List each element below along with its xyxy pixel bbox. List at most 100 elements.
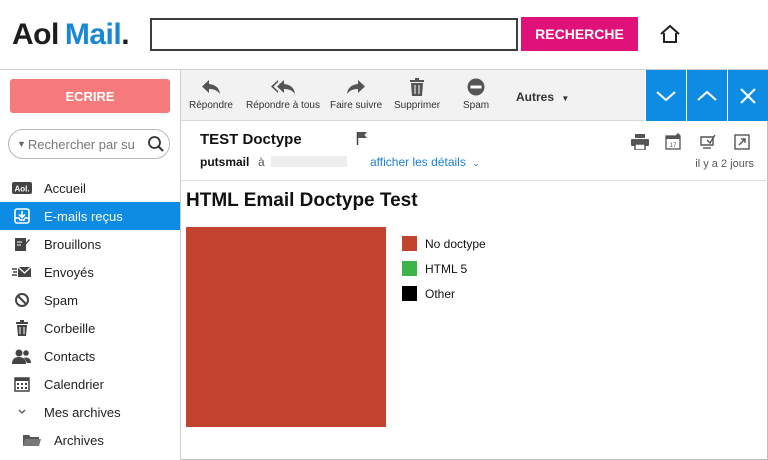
folder-icon [22,432,42,448]
popout-icon[interactable] [732,133,752,151]
reply-all-icon [270,80,295,94]
aol-mail-logo[interactable]: Aol Mail. [12,18,130,52]
forward-icon [347,80,366,94]
sidebar-item-label: Brouillons [44,236,102,252]
sidebar-item-my-archives[interactable]: Mes archives [0,398,180,426]
sidebar-item-label: Accueil [44,180,86,196]
legend-item-no-doctype: No doctype [402,231,486,256]
home-icon[interactable] [658,22,682,46]
svg-text:17: 17 [670,143,677,149]
more-label: Autres [516,90,555,104]
delete-button[interactable]: Supprimer [394,78,440,111]
show-details-label: afficher les détails [370,155,466,169]
spam-icon [467,78,485,96]
legend-swatch [402,236,417,251]
inbox-icon [12,208,32,224]
legend-item-other: Other [402,281,486,306]
sidebar-item-accueil[interactable]: Aol. Accueil [0,174,180,202]
message-actions: 17 [630,133,752,151]
sidebar-item-trash[interactable]: Corbeille [0,314,180,342]
search-input[interactable] [150,18,518,51]
previous-message-button[interactable] [686,70,727,121]
add-to-calendar-icon[interactable]: 17 [664,133,684,151]
forward-label: Faire suivre [330,100,383,111]
top-bar: Aol Mail. RECHERCHE [0,0,768,70]
sidebar-item-inbox[interactable]: E-mails reçus [0,202,180,230]
chevron-down-icon[interactable] [12,404,32,420]
chevron-up-icon [697,90,717,101]
sidebar-item-drafts[interactable]: Brouillons [0,230,180,258]
chevron-down-icon: ⌄ [472,158,480,168]
sidebar-item-spam[interactable]: Spam [0,286,180,314]
logo-aol-text: Aol [12,18,59,51]
sidebar-item-label: E-mails reçus [44,208,123,224]
spam-label: Spam [463,100,490,111]
legend-label: Other [425,286,456,301]
legend-swatch [402,286,417,301]
calendar-icon [12,376,32,392]
show-details-link[interactable]: afficher les détails ⌄ [370,155,480,169]
legend-swatch [402,261,417,276]
sidebar: ECRIRE ▼ Rechercher par su Aol. Accueil … [0,70,181,460]
more-actions-dropdown[interactable]: Autres ▼ [516,90,569,104]
sidebar-item-calendar[interactable]: Calendrier [0,370,180,398]
recipient-label: à [258,155,265,169]
sidebar-item-archives[interactable]: Archives [0,426,180,454]
caret-down-icon: ▼ [561,94,570,103]
legend-label: No doctype [425,236,486,251]
sent-icon [12,264,32,280]
next-message-button[interactable] [645,70,686,121]
folder-search-input[interactable]: ▼ Rechercher par su [8,129,170,159]
sidebar-item-label: Envoyés [44,264,94,280]
delete-label: Supprimer [394,100,441,111]
email-body-title: HTML Email Doctype Test [186,190,418,211]
print-icon[interactable] [630,133,650,151]
message-subject: TEST Doctype [200,131,302,148]
search-icon[interactable] [143,131,169,157]
message-header: TEST Doctype putsmail à afficher les dét… [181,121,768,181]
chart-legend: No doctype HTML 5 Other [402,231,486,306]
aol-icon: Aol. [12,180,32,196]
message-nav [645,70,768,121]
chevron-down-icon [656,90,676,101]
legend-label: HTML 5 [425,261,468,276]
sidebar-item-label: Calendrier [44,376,104,392]
spam-icon [12,292,32,308]
drafts-icon [12,236,32,252]
logo-dot: . [121,18,130,51]
compose-button[interactable]: ECRIRE [10,79,170,113]
forward-button[interactable]: Faire suivre [330,78,382,111]
reply-icon [201,80,220,94]
logo-mail-text: Mail [64,18,122,51]
reply-all-button[interactable]: Répondre à tous [246,78,320,111]
pie-slice-no-doctype [186,227,386,427]
close-message-button[interactable] [727,70,768,121]
trash-icon [410,78,425,96]
message-toolbar: Répondre Répondre à tous Faire suivre Su… [181,70,768,121]
search-button[interactable]: RECHERCHE [521,17,638,51]
sidebar-item-label: Corbeille [44,320,96,336]
caret-down-icon: ▼ [17,139,26,149]
svg-text:Aol.: Aol. [14,185,29,194]
desktop-notify-icon[interactable] [698,133,718,151]
sender-name[interactable]: putsmail [200,155,249,169]
contacts-icon [12,348,32,364]
sidebar-item-sent[interactable]: Envoyés [0,258,180,286]
close-icon [740,87,756,104]
message-timestamp: il y a 2 jours [695,158,754,170]
sidebar-item-label: Spam [44,292,78,308]
reply-label: Répondre [189,100,233,111]
sidebar-item-label: Contacts [44,348,96,364]
sidebar-item-label: Mes archives [44,404,121,420]
trash-icon [12,320,32,336]
folder-nav: Aol. Accueil E-mails reçus Brouillons En… [0,174,180,454]
reply-button[interactable]: Répondre [189,78,233,111]
flag-icon[interactable] [356,131,368,150]
sidebar-item-contacts[interactable]: Contacts [0,342,180,370]
recipient-redacted [271,156,347,167]
spam-button[interactable]: Spam [463,78,489,111]
sidebar-item-label: Archives [54,432,104,448]
reply-all-label: Répondre à tous [246,100,320,111]
doctype-pie-chart [186,227,386,427]
folder-search-placeholder: Rechercher par su [27,136,135,152]
